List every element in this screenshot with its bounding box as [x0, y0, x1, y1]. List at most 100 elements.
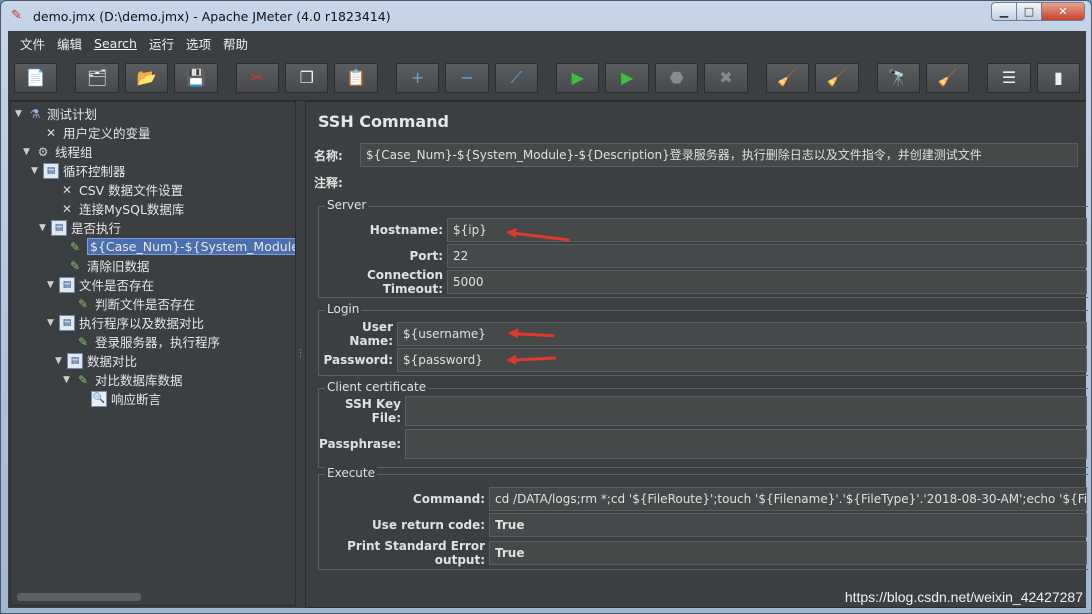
- return-code-select[interactable]: True: [489, 513, 1087, 537]
- tree-node-label: 响应断言: [111, 392, 162, 407]
- tree-node-label: 是否执行: [71, 221, 122, 236]
- reset-search-button[interactable]: 🧹: [925, 62, 970, 93]
- tree-node[interactable]: ✎ 判断文件是否存在: [63, 294, 195, 313]
- search-button[interactable]: 🔭: [876, 62, 920, 93]
- tree-node[interactable]: ✎ 清除旧数据: [55, 256, 150, 275]
- tree-toggle-icon[interactable]: ▼: [55, 356, 67, 366]
- clear-all-button[interactable]: 🧹: [815, 62, 859, 93]
- tree-node[interactable]: 🔍 响应断言: [79, 389, 161, 408]
- close-button[interactable]: ✕: [1041, 2, 1085, 21]
- client-area: 文件 编辑 Search 运行 选项 帮助 📄 🗂 📂 💾 ✂ ❐ 📋 + − ⟋ ▶ ▶ ⬣ ✖ 🧹 🧹 🔭 🧹…: [8, 31, 1088, 608]
- timeout-label: Connection Timeout:: [366, 268, 443, 296]
- tree-node[interactable]: ✕ 连接MySQL数据库: [47, 199, 184, 218]
- copy-button[interactable]: ❐: [285, 62, 329, 93]
- port-field[interactable]: 22: [447, 244, 1087, 268]
- toggle-icon: ⟋: [510, 67, 522, 87]
- tree-node[interactable]: ▼ ⚙ 线程组: [23, 142, 93, 161]
- tree-toggle-icon[interactable]: ▼: [63, 375, 75, 385]
- menu-file[interactable]: 文件: [20, 34, 45, 53]
- clear-button[interactable]: 🧹: [765, 62, 810, 93]
- timeout-row: Connection Timeout: 5000: [319, 268, 1087, 296]
- name-field[interactable]: ${Case_Num}-${System_Module}-${Descripti…: [360, 143, 1078, 167]
- save-button[interactable]: 💾: [174, 62, 218, 93]
- timeout-field[interactable]: 5000: [447, 270, 1087, 294]
- paste-button[interactable]: 📋: [334, 62, 378, 93]
- app-window: ✎ demo.jmx (D:\demo.jmx) - Apache JMeter…: [0, 0, 1092, 614]
- tree-horizontal-scrollbar[interactable]: [17, 593, 141, 601]
- collapse-button[interactable]: −: [445, 62, 489, 93]
- comment-field[interactable]: [360, 173, 1078, 191]
- tree-toggle-icon[interactable]: ▼: [47, 280, 59, 290]
- shutdown-button[interactable]: ✖: [704, 62, 748, 93]
- login-group-title: Login: [325, 302, 362, 316]
- stop-button[interactable]: ⬣: [654, 62, 699, 93]
- passphrase-field[interactable]: [405, 429, 1087, 459]
- tree-node-label: CSV 数据文件设置: [79, 183, 184, 198]
- tree-node[interactable]: ▼ ⚗ 测试计划: [15, 104, 97, 123]
- cut-button[interactable]: ✂: [235, 62, 280, 93]
- start-button[interactable]: ▶: [556, 62, 600, 93]
- test-plan-tree[interactable]: ▼ ⚗ 测试计划 ✕ 用户定义的变量 ▼ ⚙ 线程组 ▼ ▤ 循环控制器 ✕ CSV 数据文件设置 ✕ 连接…: [10, 101, 296, 606]
- help-icon: ▮: [1054, 68, 1063, 87]
- split-divider[interactable]: ⋮: [296, 101, 306, 606]
- tree-node[interactable]: ▼ ▤ 是否执行: [39, 218, 121, 237]
- thread-group-gear-icon: ⚙: [37, 144, 49, 159]
- menu-options[interactable]: 选项: [186, 34, 211, 53]
- expand-button[interactable]: +: [395, 62, 440, 93]
- username-field[interactable]: ${username}: [397, 322, 1087, 346]
- menu-search[interactable]: Search: [94, 36, 137, 51]
- menu-bar: 文件 编辑 Search 运行 选项 帮助: [8, 31, 1086, 55]
- keyfile-field[interactable]: [405, 396, 1087, 426]
- return-code-label: Use return code:: [371, 518, 485, 532]
- tree-node[interactable]: ✕ 用户定义的变量: [31, 123, 151, 142]
- reset-search-icon: 🧹: [937, 68, 958, 87]
- config-wrench-icon: ✕: [45, 125, 57, 140]
- tree-node[interactable]: ▼ ▤ 循环控制器: [31, 161, 126, 180]
- menu-help[interactable]: 帮助: [223, 34, 248, 53]
- tree-toggle-icon[interactable]: ▼: [15, 109, 27, 119]
- tree-node[interactable]: ▼ ✎ 对比数据库数据: [63, 370, 183, 389]
- open-button[interactable]: 📂: [124, 62, 169, 93]
- menu-run[interactable]: 运行: [149, 34, 174, 53]
- tree-node-label: 执行程序以及数据对比: [79, 316, 205, 331]
- tree-node[interactable]: ▼ ▤ 文件是否存在: [47, 275, 154, 294]
- function-helper-button[interactable]: ☰: [987, 62, 1031, 93]
- search-icon: 🔭: [888, 68, 909, 87]
- tree-node[interactable]: ✕ CSV 数据文件设置: [47, 180, 183, 199]
- copy-icon: ❐: [299, 68, 314, 87]
- tree-node[interactable]: ✎ 登录服务器，执行程序: [63, 332, 220, 351]
- tree-toggle-icon[interactable]: ▼: [23, 147, 35, 157]
- menu-edit[interactable]: 编辑: [57, 34, 82, 53]
- server-group: Server Hostname: ${ip} Port: 22 Connecti…: [318, 198, 1088, 298]
- username-label: User Name:: [349, 320, 393, 348]
- stderr-row: Print Standard Error output: True: [319, 539, 1087, 567]
- password-field[interactable]: ${password}: [397, 348, 1087, 372]
- help-button[interactable]: ▮: [1036, 62, 1081, 93]
- tree-toggle-icon[interactable]: ▼: [31, 166, 43, 176]
- shutdown-icon: ✖: [719, 68, 733, 87]
- templates-button[interactable]: 🗂: [75, 62, 119, 93]
- passphrase-row: Passphrase:: [319, 429, 1087, 459]
- username-row: User Name: ${username}: [319, 320, 1087, 348]
- passphrase-label: Passphrase:: [319, 437, 402, 451]
- clear-icon: 🧹: [777, 68, 798, 87]
- stderr-select[interactable]: True: [489, 541, 1087, 565]
- start-no-pause-button[interactable]: ▶: [605, 62, 649, 93]
- command-field[interactable]: cd /DATA/logs;rm *;cd '${FileRoute}';tou…: [489, 487, 1087, 511]
- tree-node-label: 文件是否存在: [79, 278, 155, 293]
- tree-node[interactable]: ▼ ▤ 执行程序以及数据对比: [47, 313, 204, 332]
- new-button[interactable]: 📄: [14, 62, 58, 93]
- toggle-button[interactable]: ⟋: [494, 62, 539, 93]
- name-row: 名称: ${Case_Num}-${System_Module}-${Descr…: [314, 143, 1078, 167]
- minimize-button[interactable]: ▁: [991, 2, 1017, 21]
- tree-toggle-icon[interactable]: ▼: [47, 318, 59, 328]
- execute-group-title: Execute: [325, 466, 377, 480]
- tree-node-label: 连接MySQL数据库: [79, 202, 185, 217]
- tree-node[interactable]: ✎ ${Case_Num}-${System_Module}-${Descript…: [55, 237, 295, 256]
- tree-node[interactable]: ▼ ▤ 数据对比: [55, 351, 137, 370]
- tree-toggle-icon[interactable]: ▼: [39, 223, 51, 233]
- client-certificate-group-title: Client certificate: [325, 380, 429, 394]
- new-icon: 📄: [25, 68, 46, 87]
- comment-label: 注释:: [314, 175, 343, 190]
- maximize-button[interactable]: □: [1016, 2, 1042, 21]
